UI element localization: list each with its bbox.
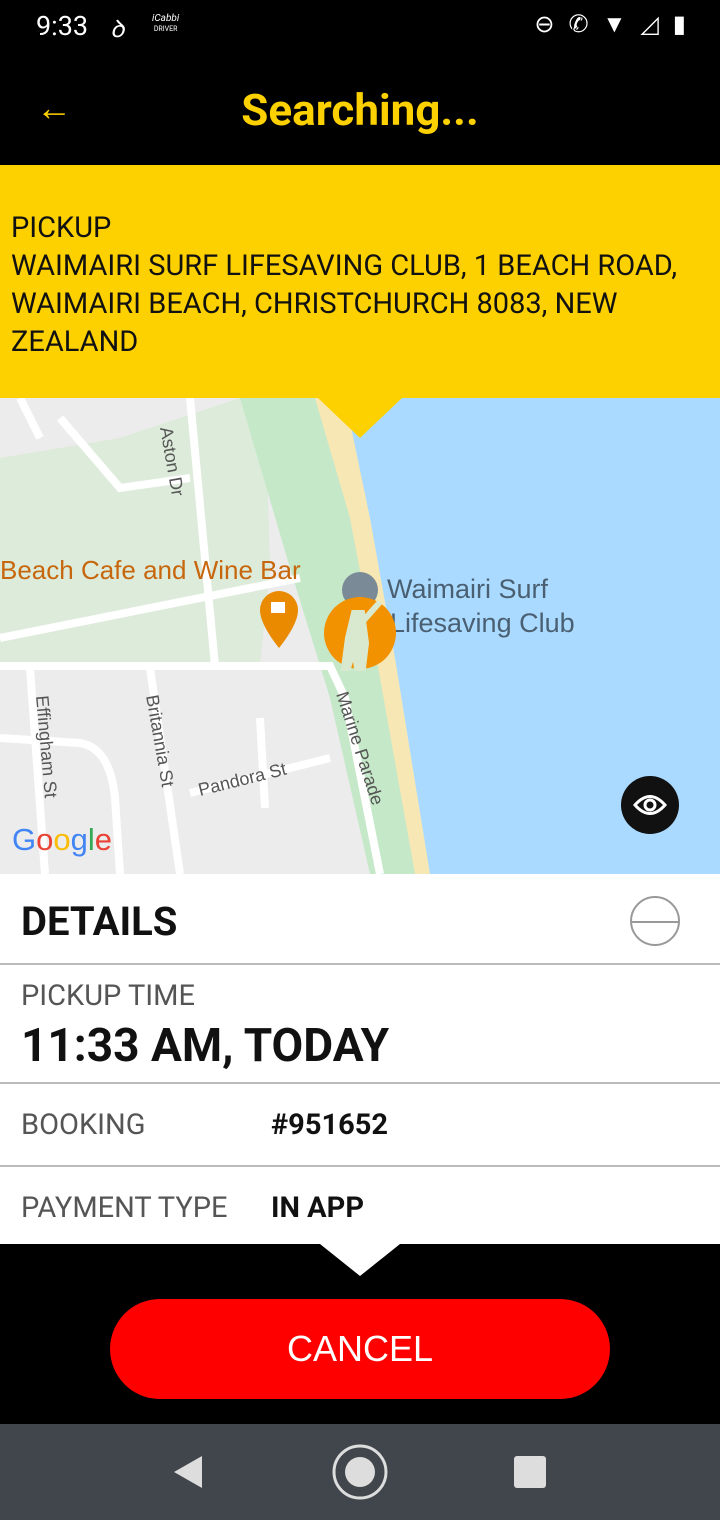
page-title: Searching... [241,84,479,136]
pickup-banner: PICKUP WAIMAIRI SURF LIFESAVING CLUB, 1 … [0,165,720,398]
payment-value: IN APP [271,1191,365,1225]
details-header: DETAILS [0,874,720,965]
app-bar: ← Searching... [0,52,720,165]
poi-club-label[interactable]: Waimairi Surf [387,574,549,604]
booking-row: BOOKING #951652 [0,1084,720,1167]
pickup-address: WAIMAIRI SURF LIFESAVING CLUB, 1 BEACH R… [11,249,678,359]
payment-label: PAYMENT TYPE [21,1191,228,1225]
cancel-button[interactable]: CANCEL [110,1299,610,1399]
collapse-icon[interactable] [630,896,680,946]
pickup-person-marker-icon [324,597,396,671]
bottom-bar: CANCEL [0,1244,720,1424]
map[interactable]: Aston Dr Effingham St Britannia St Pando… [0,398,720,874]
status-bar: 9:33 ꝺ iCabbi DRIVER ⊖ ✆ ▼ ◿ ▮ [0,0,720,52]
app-sublabel: DRIVER [153,25,178,33]
app-label: iCabbi [152,13,180,24]
wifi-call-icon: ✆ [568,10,589,38]
expand-pointer[interactable] [320,1244,400,1276]
home-nav-icon[interactable] [331,1443,389,1501]
pickup-time-row: PICKUP TIME 11:33 AM, TODAY [0,965,720,1084]
poi-cafe-label[interactable]: Beach Cafe and Wine Bar [0,555,301,585]
details-heading: DETAILS [21,898,178,945]
battery-icon: ▮ [672,10,686,38]
map-canvas[interactable]: Aston Dr Effingham St Britannia St Pando… [0,398,720,874]
dnd-icon: ⊖ [534,10,555,38]
poi-club-label[interactable]: Lifesaving Club [390,608,575,638]
banner-pointer [318,398,402,438]
system-nav-bar [0,1424,720,1520]
eye-icon [633,795,667,815]
booking-label: BOOKING [21,1108,146,1142]
pickup-time-value: 11:33 AM, TODAY [21,1019,390,1073]
status-time: 9:33 [36,10,89,42]
payment-row: PAYMENT TYPE IN APP [0,1167,720,1250]
app-notification-icon: ꝺ [110,15,125,43]
wifi-icon: ▼ [602,10,627,38]
eye-button[interactable] [621,776,679,834]
google-logo: Google [12,822,112,857]
recents-nav-icon[interactable] [514,1456,546,1488]
back-nav-icon[interactable] [172,1454,204,1490]
details-panel: DETAILS PICKUP TIME 11:33 AM, TODAY BOOK… [0,874,720,1244]
icabbi-notification: iCabbi DRIVER [152,14,179,34]
booking-value: #951652 [271,1108,389,1142]
pickup-time-label: PICKUP TIME [21,979,195,1013]
pickup-label: PICKUP [11,211,112,245]
signal-icon: ◿ [640,10,659,38]
